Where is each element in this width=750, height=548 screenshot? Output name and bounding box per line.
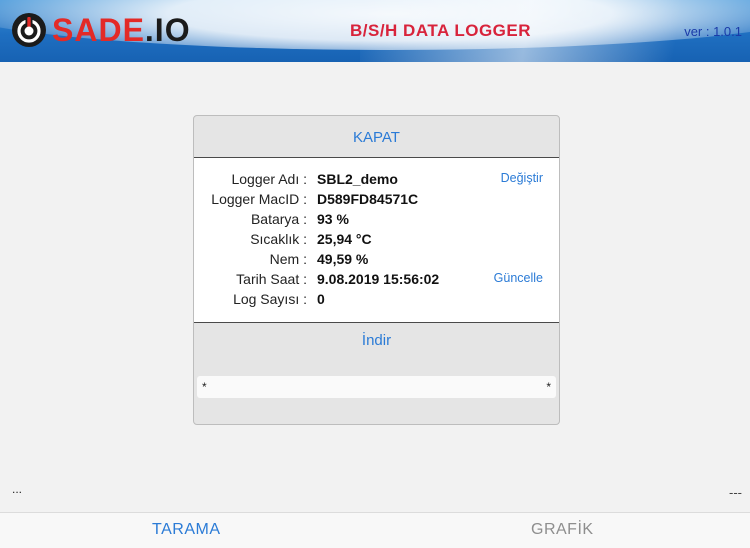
status-right: *: [546, 380, 551, 394]
tab-grafik[interactable]: GRAFİK: [531, 521, 594, 539]
power-icon: [10, 11, 48, 49]
logo-text-sade: SADE: [52, 11, 145, 48]
info-label: Tarih Saat :: [236, 271, 307, 287]
logger-info: Logger Adı : SBL2_demo Değiştir Logger M…: [194, 158, 559, 322]
footer-left-text: ...: [12, 482, 23, 496]
status-left: *: [202, 380, 207, 394]
download-row: İndir * *: [194, 322, 559, 400]
info-row-macid: Logger MacID : D589FD84571C: [194, 191, 559, 211]
info-row-humidity: Nem : 49,59 %: [194, 251, 559, 271]
info-value: 0: [317, 291, 325, 307]
info-label: Sıcaklık :: [250, 231, 307, 247]
logo-text: SADE.IO: [52, 12, 191, 49]
close-row: KAPAT: [194, 116, 559, 158]
info-value: 49,59 %: [317, 251, 369, 267]
info-label: Log Sayısı :: [233, 291, 307, 307]
info-value: 25,94 °C: [317, 231, 372, 247]
footer-right-text: ---: [729, 485, 742, 500]
download-button[interactable]: İndir: [194, 332, 559, 349]
tab-tarama[interactable]: TARAMA: [152, 521, 220, 539]
info-label: Logger MacID :: [211, 191, 307, 207]
info-row-datetime: Tarih Saat : 9.08.2019 15:56:02 Güncelle: [194, 271, 559, 291]
update-datetime-button[interactable]: Güncelle: [494, 271, 543, 285]
status-bar: * *: [197, 376, 556, 398]
close-button[interactable]: KAPAT: [353, 129, 400, 146]
tab-bar: TARAMA GRAFİK: [0, 512, 750, 548]
app-title: B/S/H DATA LOGGER: [350, 21, 532, 40]
logger-detail-card: KAPAT Logger Adı : SBL2_demo Değiştir Lo…: [193, 115, 560, 425]
info-row-name: Logger Adı : SBL2_demo Değiştir: [194, 171, 559, 191]
info-row-battery: Batarya : 93 %: [194, 211, 559, 231]
info-label: Nem :: [269, 251, 307, 267]
brand-logo: SADE.IO: [10, 10, 191, 50]
info-value: 9.08.2019 15:56:02: [317, 271, 440, 287]
info-label: Logger Adı :: [231, 171, 307, 187]
change-name-button[interactable]: Değiştir: [501, 171, 543, 185]
info-value: D589FD84571C: [317, 191, 419, 207]
info-row-log-count: Log Sayısı : 0: [194, 291, 559, 311]
logo-text-io: .IO: [144, 11, 191, 48]
info-row-temperature: Sıcaklık : 25,94 °C: [194, 231, 559, 251]
info-value: SBL2_demo: [317, 171, 398, 187]
version-label: ver : 1.0.1: [684, 24, 742, 39]
info-label: Batarya :: [250, 211, 307, 227]
info-value: 93 %: [317, 211, 349, 227]
app-header: SADE.IO B/S/H DATA LOGGER ver : 1.0.1: [0, 0, 750, 62]
